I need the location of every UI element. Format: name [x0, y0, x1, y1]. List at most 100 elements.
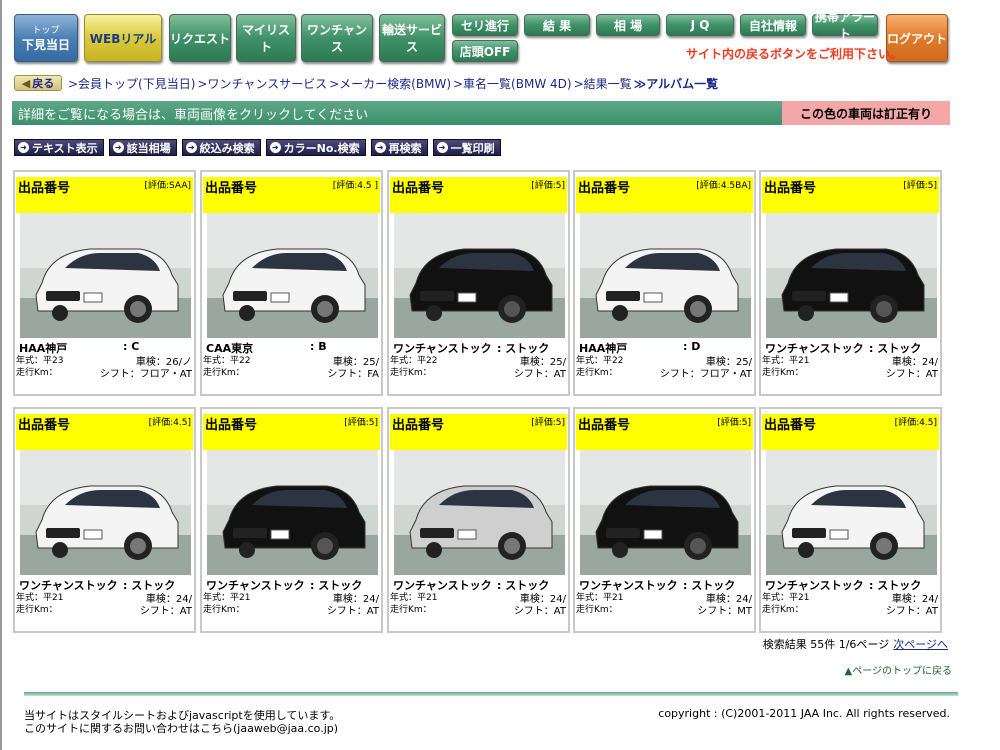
- breadcrumb-result-list[interactable]: >結果一覧: [574, 75, 632, 92]
- back-to-top-link[interactable]: ▲ページのトップに戻る: [845, 662, 953, 677]
- vehicle-card[interactable]: 出品番号 [評価:4.5] ワンチャンストック: ストック 年式：平21 車検：24/走…: [13, 407, 196, 633]
- top-navigation: トップ 下見当日 WEBリアル リクエスト マイリスト ワンチャンス 輸送サービ…: [0, 0, 1000, 70]
- vehicle-photo[interactable]: [207, 450, 378, 575]
- arrow-right-icon: ➜: [374, 142, 386, 153]
- print-list-button[interactable]: ➜ 一覧印刷: [432, 139, 501, 156]
- pagination: 検索結果 55件 1/6ページ 次ページへ: [763, 636, 948, 652]
- transmission: シフト：AT: [885, 606, 938, 617]
- filter-search-label: 絞込み検索: [199, 141, 255, 155]
- footer-contact[interactable]: このサイトに関するお問い合わせはこちら(jaaweb@jaa.co.jp): [24, 720, 338, 736]
- copyright: copyright : (C)2001-2011 JAA Inc. All ri…: [658, 707, 950, 720]
- transmission: シフト：AT: [513, 369, 566, 380]
- re-search-label: 再検索: [388, 141, 422, 155]
- onechance-button[interactable]: ワンチャンス: [301, 14, 373, 62]
- transport-button[interactable]: 輸送サービス: [379, 14, 445, 62]
- vehicle-photo[interactable]: [20, 450, 191, 575]
- re-search-button[interactable]: ➜ 再検索: [370, 139, 428, 156]
- breadcrumb-album-list: ≫アルバム一覧: [633, 76, 719, 91]
- company-info-button[interactable]: 自社情報: [740, 14, 806, 36]
- left-border: [0, 0, 2, 750]
- mileage: 走行Km：: [203, 605, 245, 615]
- mobile-alert-button[interactable]: 携帯アラート: [812, 10, 878, 41]
- mileage: 走行Km：: [576, 368, 618, 378]
- back-arrow-icon: ◀: [21, 76, 31, 90]
- vehicle-card[interactable]: 出品番号 [評価:5] ワンチャンストック: ストック 年式：平21 車検：24/走行K…: [573, 407, 756, 633]
- grade-label: [評価:5]: [531, 181, 565, 191]
- arrow-right-icon: ➜: [112, 142, 124, 153]
- back-button[interactable]: ◀ 戻る: [14, 75, 62, 91]
- vehicle-photo[interactable]: [766, 450, 937, 575]
- arrow-right-icon: ➜: [18, 142, 29, 153]
- vehicle-card[interactable]: 出品番号 [評価:5] ワンチャンストック: ストック 年式：平21 車検：24/走行K…: [759, 170, 942, 396]
- mileage: 走行Km：: [390, 605, 432, 615]
- arrow-right-icon: ➜: [269, 142, 281, 153]
- request-button[interactable]: リクエスト: [169, 14, 231, 62]
- lot-number-label: 出品番号: [205, 418, 258, 433]
- vehicle-photo[interactable]: [580, 213, 751, 338]
- text-view-button[interactable]: ➜ テキスト表示: [14, 139, 104, 156]
- vehicle-card[interactable]: 出品番号 [評価:5] ワンチャンストック: ストック 年式：平21 車検：24/走行K…: [200, 407, 383, 633]
- evaluation-letter: : D: [683, 340, 701, 353]
- action-toolbar: ➜ テキスト表示 ➜ 該当相場 ➜ 絞込み検索 ➜ カラーNo.検索 ➜ 再検索 ➜ 一覧印…: [14, 139, 506, 156]
- jq-button[interactable]: J Q: [666, 14, 734, 36]
- back-label: 戻る: [32, 77, 55, 90]
- transmission: シフト：フロア・AT: [99, 369, 192, 380]
- vehicle-card[interactable]: 出品番号 [評価:4.5] ワンチャンストック: ストック 年式：平21 車検：24/走…: [759, 407, 942, 633]
- color-search-button[interactable]: ➜ カラーNo.検索: [265, 139, 366, 156]
- breadcrumb-onechance[interactable]: >ワンチャンスサービス: [197, 75, 327, 92]
- correction-legend: この色の車両は訂正有り: [782, 101, 950, 125]
- breadcrumb-car-list[interactable]: >車名一覧(BMW 4D): [453, 75, 572, 92]
- vehicle-photo[interactable]: [394, 213, 565, 338]
- store-off-button[interactable]: 店頭OFF: [452, 40, 518, 62]
- results-button[interactable]: 結 果: [524, 14, 590, 36]
- mylist-button[interactable]: マイリスト: [236, 14, 296, 62]
- lot-number-label: 出品番号: [578, 418, 631, 433]
- grade-label: [評価:4.5 ]: [332, 181, 378, 191]
- market-button[interactable]: 相 場: [596, 14, 660, 36]
- mileage: 走行Km：: [16, 368, 58, 378]
- grade-label: [評価:5]: [717, 418, 751, 428]
- vehicle-photo[interactable]: [766, 213, 937, 338]
- grade-label: [評価:5]: [903, 181, 937, 191]
- vehicle-photo[interactable]: [580, 450, 751, 575]
- vehicle-card[interactable]: 出品番号 [評価:5] ワンチャンストック: ストック 年式：平22 車検：25/走行K…: [387, 170, 570, 396]
- breadcrumb-maker-search[interactable]: >メーカー検索(BMW): [329, 75, 451, 92]
- evaluation-letter: : C: [123, 340, 140, 353]
- color-search-label: カラーNo.検索: [283, 141, 360, 155]
- next-page-link[interactable]: 次ページへ: [893, 638, 948, 651]
- back-button-notice: サイト内の戻るボタンをご利用下さい。: [686, 47, 903, 61]
- vehicle-card[interactable]: 出品番号 [評価:5] ワンチャンストック: ストック 年式：平21 車検：24/走行K…: [387, 407, 570, 633]
- lot-number-label: 出品番号: [578, 181, 631, 196]
- mileage: 走行Km：: [16, 605, 58, 615]
- arrow-right-icon: ➜: [436, 142, 448, 153]
- footer-divider: [24, 692, 958, 696]
- breadcrumb-member-top[interactable]: >会員トップ(下見当日): [68, 75, 195, 92]
- filter-search-button[interactable]: ➜ 絞込み検索: [181, 139, 261, 156]
- vehicle-card[interactable]: 出品番号 [評価:4.5 ] CAA東京: B 年式：平22 車検：25/走行Km： シフ…: [200, 170, 383, 396]
- transmission: シフト：フロア・AT: [659, 369, 752, 380]
- evaluation-letter: : B: [310, 340, 327, 353]
- mileage: 走行Km：: [762, 605, 804, 615]
- transmission: シフト：AT: [885, 369, 938, 380]
- web-real-button[interactable]: WEBリアル: [84, 14, 162, 62]
- grade-label: [評価:5]: [531, 418, 565, 428]
- grade-label: [評価:4.5]: [894, 418, 937, 428]
- lot-number-label: 出品番号: [764, 418, 817, 433]
- market-price-button[interactable]: ➜ 該当相場: [108, 139, 177, 156]
- info-message-bar: 詳細をご覧になる場合は、車両画像をクリックしてください: [12, 101, 782, 125]
- vehicle-card[interactable]: 出品番号 [評価:4.5BA] HAA神戸: D 年式：平22 車検：25/走行Km：シ…: [573, 170, 756, 396]
- vehicle-card[interactable]: 出品番号 [評価:SAA] HAA神戸: C 年式：平23 車検：26/ノ 走行Km： シフ…: [13, 170, 196, 396]
- transmission: シフト：FA: [327, 369, 379, 380]
- top-today-button[interactable]: トップ 下見当日: [14, 14, 78, 62]
- seri-button[interactable]: セリ進行: [452, 14, 518, 36]
- lot-number-label: 出品番号: [392, 418, 445, 433]
- grade-label: [評価:5]: [344, 418, 378, 428]
- vehicle-photo[interactable]: [207, 213, 378, 338]
- vehicle-photo[interactable]: [20, 213, 191, 338]
- mileage: 走行Km：: [203, 368, 245, 378]
- grade-label: [評価:4.5]: [148, 418, 191, 428]
- transmission: シフト：MT: [697, 606, 752, 617]
- lot-number-label: 出品番号: [392, 181, 445, 196]
- transmission: シフト：AT: [326, 606, 379, 617]
- vehicle-photo[interactable]: [394, 450, 565, 575]
